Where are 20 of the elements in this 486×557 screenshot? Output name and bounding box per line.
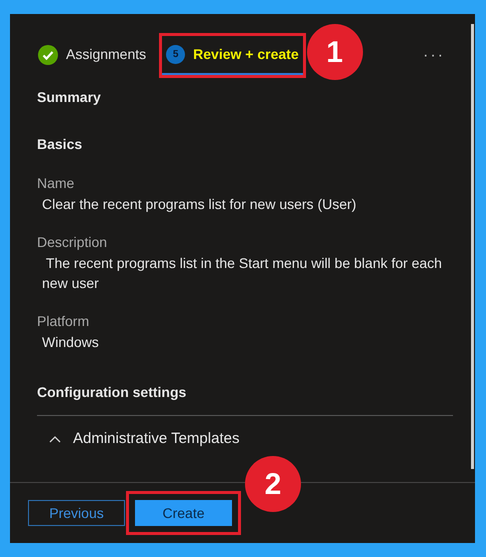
create-button[interactable]: Create [135, 500, 232, 526]
chevron-up-icon [49, 435, 61, 444]
callout-number: 2 [245, 456, 301, 512]
more-button[interactable]: ··· [423, 44, 445, 68]
callout-number: 1 [306, 24, 363, 80]
section-heading: Basics [37, 135, 84, 154]
field-value: Clear the recent programs list for new users (User) [41, 195, 358, 214]
field-value: Windows [41, 333, 100, 352]
field-value: The recent programs list in the Start menu will be blank for each new user [41, 254, 443, 293]
field-label: Description [37, 233, 108, 252]
previous-button[interactable]: Previous [28, 500, 125, 526]
section-heading: Configuration settings [37, 383, 188, 402]
step-number: 5 [166, 45, 186, 64]
accordion-header[interactable]: Administrative Templates [37, 416, 240, 450]
field-label: Name [37, 174, 76, 193]
wizard-tab[interactable]: Assignments [34, 36, 150, 75]
field-label: Platform [37, 312, 90, 331]
check-circle-icon [38, 44, 58, 64]
wizard-tab[interactable]: 5 Review + create [162, 36, 303, 75]
summary-heading: Summary [37, 88, 102, 107]
